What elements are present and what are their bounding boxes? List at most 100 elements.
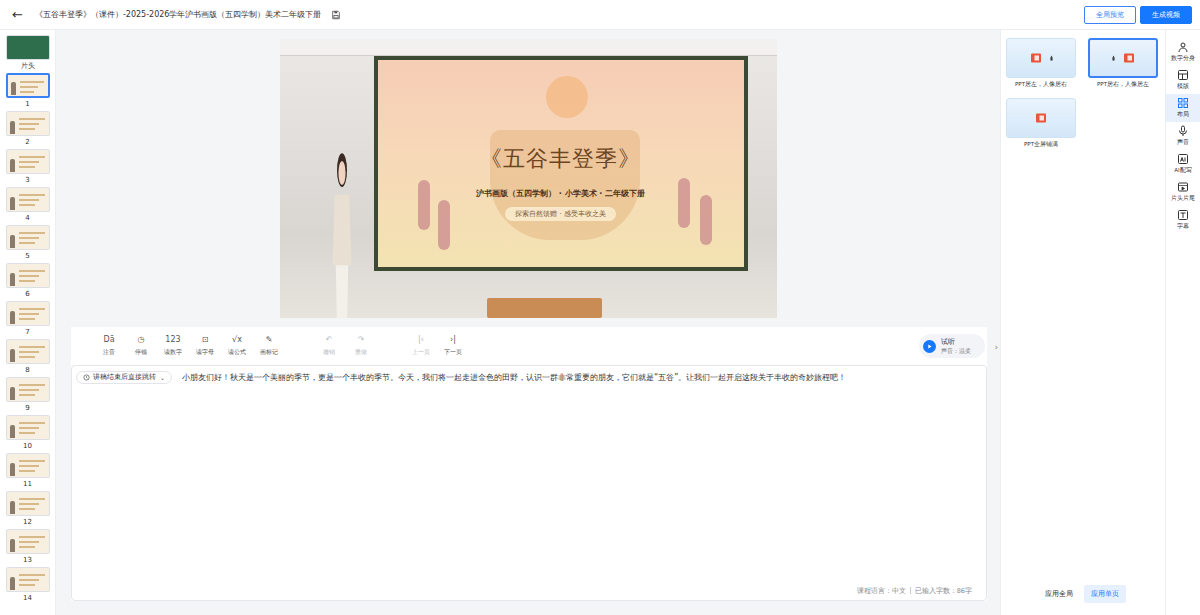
tool-label: 上一页 [412, 348, 430, 357]
nav-label: 数字分身 [1171, 55, 1195, 62]
person-icon [1111, 48, 1116, 68]
apply-button[interactable]: 应用单页 [1084, 585, 1126, 603]
slide-label: 6 [25, 290, 29, 299]
intro-outro-icon [1177, 181, 1189, 193]
slide-thumbnail[interactable] [6, 567, 50, 592]
course-language: 课程语言：中文 [857, 587, 906, 596]
nav-label: 模版 [1177, 83, 1189, 90]
layout-label: PPT居左，人像居右 [1015, 81, 1067, 88]
slide-thumbnail[interactable] [6, 149, 50, 174]
slide-thumbnail[interactable] [6, 73, 50, 98]
slide-thumbnail[interactable] [6, 453, 50, 478]
slide-thumbnail[interactable] [6, 491, 50, 516]
nav-item[interactable]: 模版 [1166, 66, 1200, 94]
tool-label: 画标记 [260, 348, 278, 357]
slide-item[interactable]: 11 [6, 453, 50, 491]
ai-write-icon [1177, 153, 1189, 165]
layout-option[interactable]: PPT居右，人像居左 [1088, 38, 1158, 88]
listen-button[interactable]: 试听声音：温柔 [919, 334, 985, 358]
microphone-icon [1177, 125, 1189, 137]
toolbar-button[interactable]: ↷重做 [345, 335, 377, 357]
slide-label: 片头 [21, 62, 35, 71]
nav-label: AI配写 [1174, 167, 1191, 174]
slide-item[interactable]: 12 [6, 491, 50, 529]
slide-item[interactable]: 10 [6, 415, 50, 453]
char-count: 已输入字数：86字 [915, 587, 972, 596]
slide-thumbnail[interactable] [6, 187, 50, 212]
slide-thumbnail[interactable] [6, 263, 50, 288]
back-button[interactable]: ← [8, 7, 27, 22]
slide-label: 9 [25, 404, 29, 413]
tool-label: 读公式 [228, 348, 246, 357]
tool-label: 重做 [355, 348, 367, 357]
toolbar-button[interactable]: ›|下一页 [437, 335, 469, 357]
play-icon [923, 340, 936, 353]
slide-label: 11 [23, 480, 32, 489]
slide-label: 13 [23, 556, 32, 565]
jump-dropdown[interactable]: 讲稿结束后直接跳转⌄ [76, 371, 172, 384]
layout-thumbnail[interactable] [1088, 38, 1158, 78]
avatar-person-icon [317, 149, 367, 318]
slide-thumbnail[interactable] [6, 339, 50, 364]
slide-item[interactable]: 9 [6, 377, 50, 415]
slide-item[interactable]: 4 [6, 187, 50, 225]
script-text[interactable]: 小朋友们好！秋天是一个美丽的季节，更是一个丰收的季节。今天，我们将一起走进金色的… [182, 371, 846, 384]
slide-item[interactable]: 2 [6, 111, 50, 149]
toolbar-button[interactable]: Dā 注音 [93, 335, 125, 357]
toolbar-button[interactable]: ⊡读字母 [189, 335, 221, 357]
slide-thumbnail[interactable] [6, 415, 50, 440]
generate-button[interactable]: 生成视频 [1140, 6, 1192, 24]
slide-thumbnail[interactable] [6, 377, 50, 402]
nav-label: 布局 [1177, 111, 1189, 118]
nav-item[interactable]: 片头片尾 [1166, 178, 1200, 206]
slide-item[interactable]: 8 [6, 339, 50, 377]
editor-footer: 课程语言：中文已输入字数：86字 [76, 587, 980, 596]
slide-item[interactable]: 6 [6, 263, 50, 301]
slide-item[interactable]: 13 [6, 529, 50, 567]
slide-thumbnail[interactable] [6, 35, 50, 60]
toolbar-button[interactable]: ✎画标记 [253, 335, 285, 357]
slide-thumbnail[interactable] [6, 529, 50, 554]
slide-thumbnail[interactable] [6, 111, 50, 136]
toolbar-button[interactable]: 123读数字 [157, 335, 189, 357]
slide-item[interactable]: 14 [6, 567, 50, 605]
layout-option[interactable]: PPT全屏铺满 [1006, 98, 1076, 148]
nav-item[interactable]: 数字分身 [1166, 38, 1200, 66]
collapse-toggle[interactable]: › [994, 342, 998, 352]
ppt-icon [1029, 52, 1043, 64]
slide-label: 14 [23, 594, 32, 603]
clock-icon [83, 374, 90, 381]
slide-item[interactable]: 1 [6, 73, 50, 111]
nav-item[interactable]: 字幕 [1166, 206, 1200, 234]
layout-label: PPT全屏铺满 [1024, 141, 1058, 148]
apply-button[interactable]: 应用全局 [1038, 585, 1080, 603]
slide-label: 4 [25, 214, 29, 223]
tool-label: 撤销 [323, 348, 335, 357]
toolbar-button[interactable]: √x读公式 [221, 335, 253, 357]
slide-item[interactable]: 7 [6, 301, 50, 339]
slide-item[interactable]: 5 [6, 225, 50, 263]
slide-thumbnail[interactable] [6, 225, 50, 250]
toolbar-button[interactable]: ◷停顿 [125, 335, 157, 357]
slide-item[interactable]: 3 [6, 149, 50, 187]
slide-item[interactable]: 片头 [6, 35, 50, 73]
slide-list: 片头1234567891011121314 [0, 30, 56, 615]
slide-title: 《五谷丰登季》 [480, 144, 641, 174]
layout-option[interactable]: PPT居左，人像居右 [1006, 38, 1076, 88]
script-panel: Dā 注音 ◷停顿123读数字⊡读字母√x读公式✎画标记 ↶撤销↷重做 |‹上一页›|下… [71, 327, 987, 601]
layout-thumbnail[interactable] [1006, 38, 1076, 78]
slide-thumbnail[interactable] [6, 301, 50, 326]
preview-button[interactable]: 全局预览 [1084, 6, 1136, 24]
slide-label: 7 [25, 328, 29, 337]
tool-label: 注音 [103, 348, 115, 357]
nav-item[interactable]: AI配写 [1166, 150, 1200, 178]
save-icon[interactable] [331, 10, 341, 20]
avatar-icon [1177, 41, 1189, 53]
toolbar-button[interactable]: |‹上一页 [405, 335, 437, 357]
toolbar-button[interactable]: ↶撤销 [313, 335, 345, 357]
layout-thumbnail[interactable] [1006, 98, 1076, 138]
nav-item[interactable]: 声音 [1166, 122, 1200, 150]
tool-icon: Dā [103, 335, 114, 345]
nav-item[interactable]: 布局 [1166, 94, 1200, 122]
layout-panel: PPT居左，人像居右 PPT居右，人像居左 PPT全屏铺满应用全局应用单页 [1000, 30, 1165, 615]
